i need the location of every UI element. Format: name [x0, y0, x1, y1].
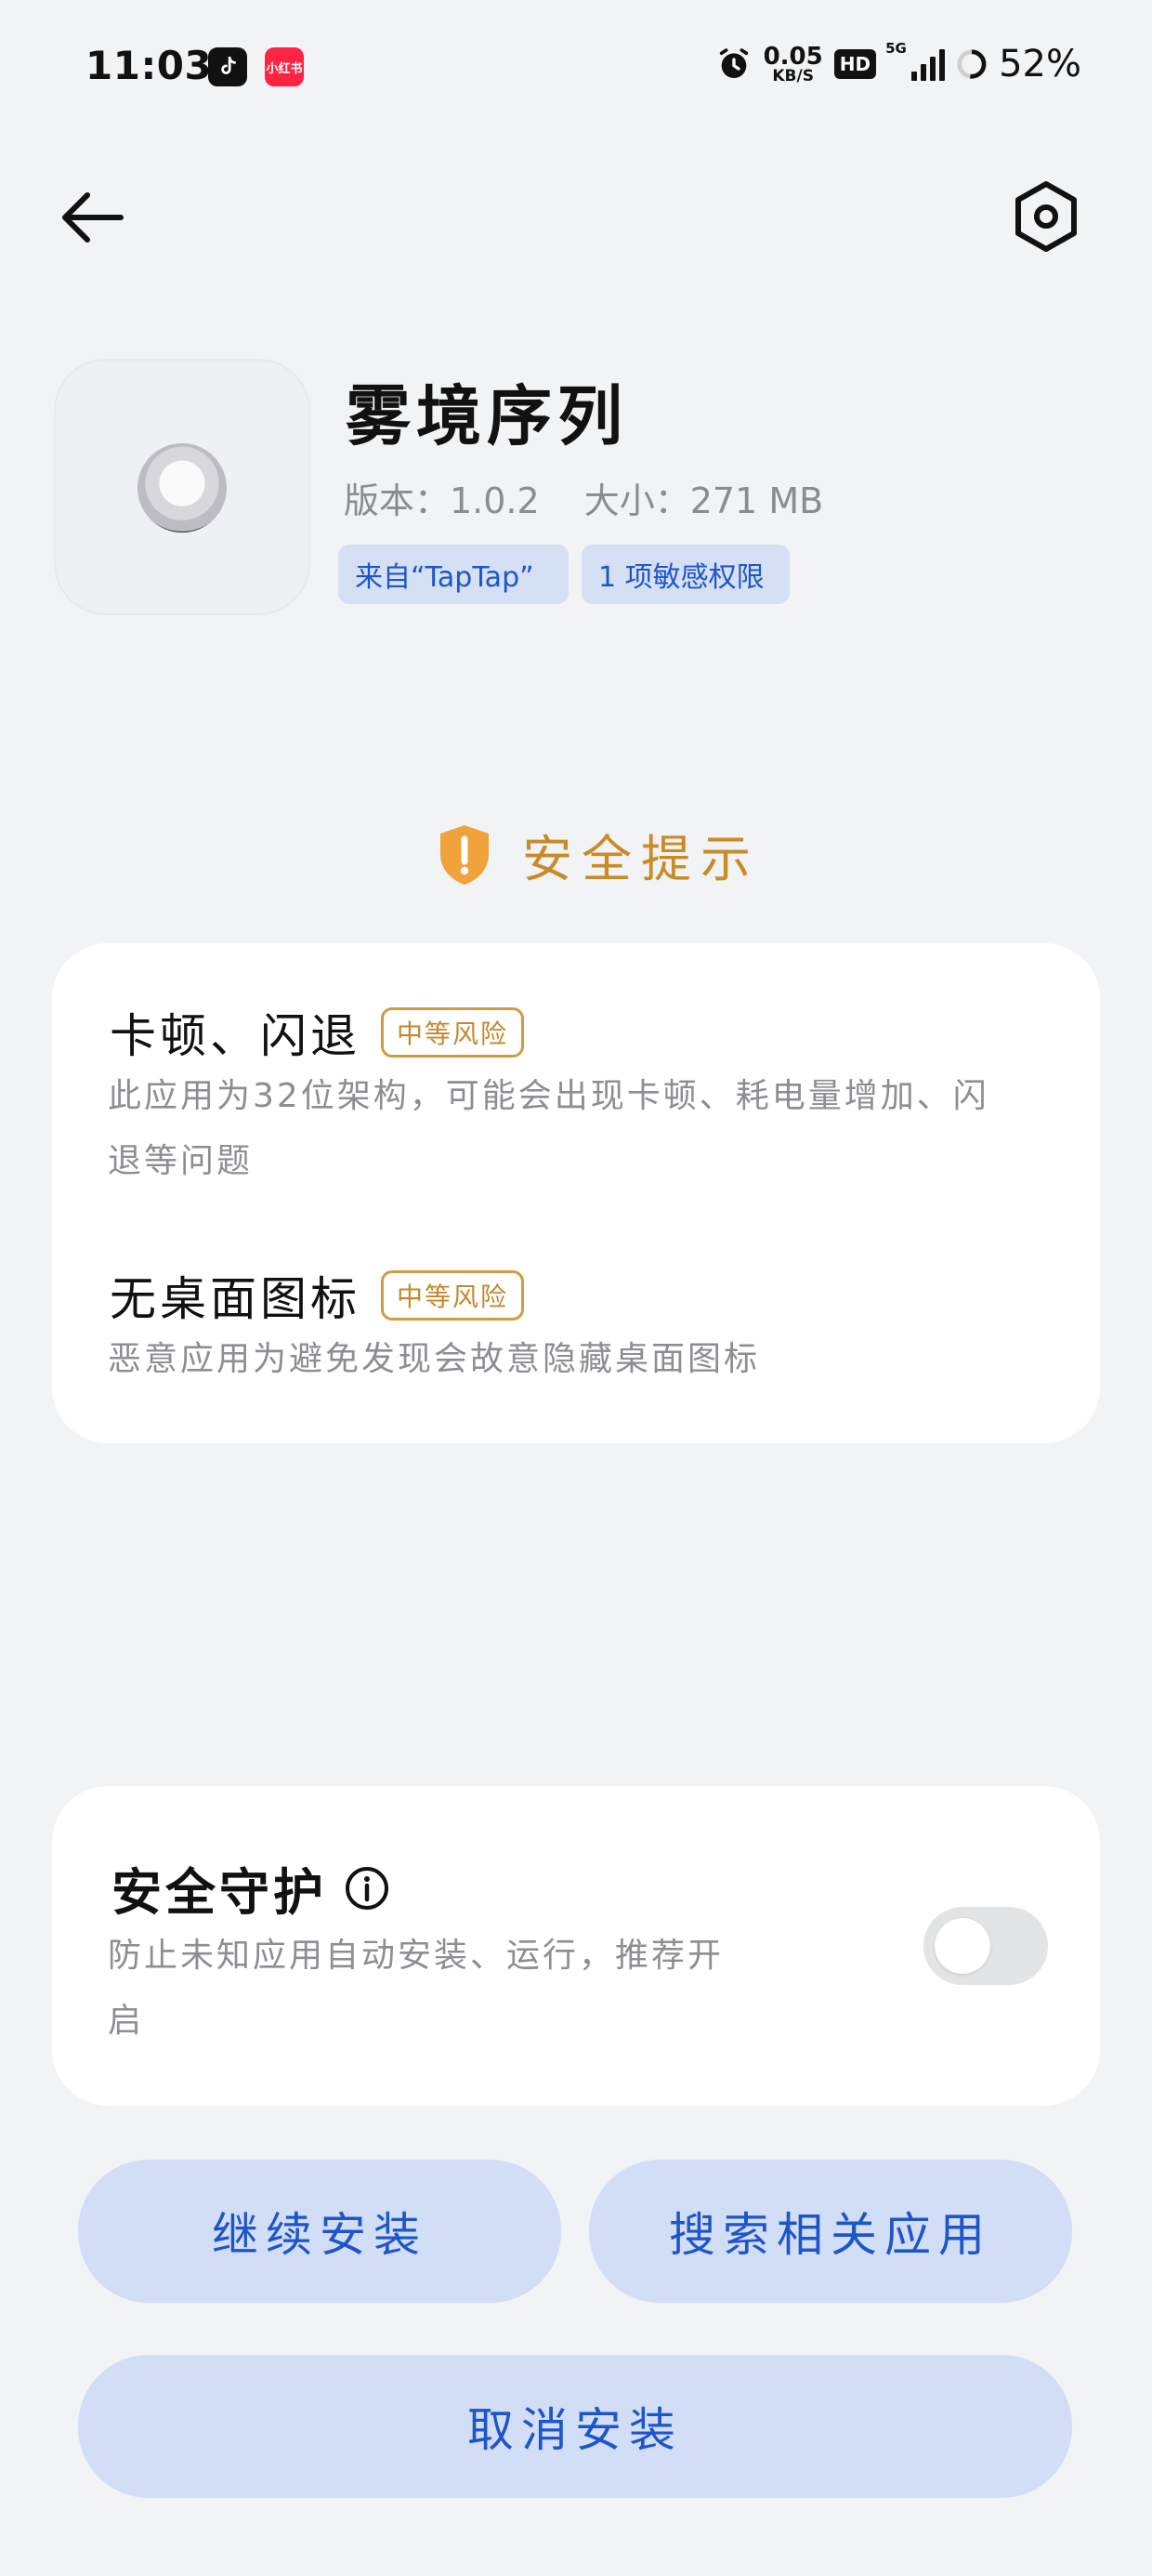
alarm-icon	[719, 48, 748, 78]
hexagon-gear-icon	[1015, 181, 1077, 252]
risk-item-desc: 恶意应用为避免发现会故意隐藏桌面图标	[108, 1327, 1055, 1392]
protection-desc-line: 启	[108, 2002, 145, 2040]
protection-desc: 防止未知应用自动安装、运行，推荐开 启	[108, 1924, 777, 2054]
search-related-apps-button[interactable]: 搜索相关应用	[589, 2160, 1072, 2303]
back-button[interactable]	[56, 186, 130, 249]
security-tip-title: 安全提示	[522, 830, 760, 888]
settings-button[interactable]	[1013, 180, 1080, 253]
battery-icon	[957, 49, 987, 79]
xiaohongshu-icon: 小红书	[265, 47, 304, 86]
security-tip-header: 安全提示	[435, 818, 760, 891]
permission-chip[interactable]: 1 项敏感权限	[582, 545, 790, 604]
shield-exclamation-icon	[440, 824, 489, 885]
network-type-label: 5G	[885, 40, 907, 57]
risk-item-desc: 此应用为32位架构，可能会出现卡顿、耗电量增加、闪 退等问题	[108, 1064, 1055, 1194]
risk-level-badge: 中等风险	[381, 1007, 525, 1058]
app-meta: 版本：1.0.2 大小：271 MB	[344, 472, 823, 523]
network-speed-unit: KB/S	[772, 66, 814, 85]
risk-item: 无桌面图标 中等风险	[110, 1262, 525, 1329]
signal-icon: 5G	[885, 40, 946, 81]
risk-item-title: 卡顿、闪退	[110, 1009, 360, 1063]
status-time: 11:03	[85, 43, 213, 88]
protection-title: 安全守护	[111, 1863, 327, 1922]
network-speed: 0.05 KB/S	[764, 45, 823, 85]
risk-item-title: 无桌面图标	[110, 1272, 360, 1326]
hd-badge: HD	[833, 49, 877, 79]
info-icon[interactable]	[344, 1865, 390, 1912]
arrow-left-icon	[62, 192, 124, 243]
battery-percent: 52%	[999, 43, 1081, 85]
risk-item-desc-line: 此应用为32位架构，可能会出现卡顿、耗电量增加、闪	[108, 1077, 989, 1115]
network-speed-value: 0.05	[763, 42, 823, 71]
app-name: 雾境序列	[346, 378, 628, 454]
app-size: 大小：271 MB	[583, 480, 824, 521]
app-version: 版本：1.0.2	[344, 480, 540, 521]
status-indicators: 0.05 KB/S HD 5G 52%	[715, 40, 1081, 85]
continue-install-button[interactable]: 继续安装	[78, 2160, 561, 2303]
risk-level-badge: 中等风险	[381, 1270, 525, 1321]
risk-item-desc-line: 退等问题	[108, 1142, 254, 1180]
risk-item-desc-line: 恶意应用为避免发现会故意隐藏桌面图标	[108, 1340, 761, 1378]
tiktok-icon	[208, 47, 247, 86]
source-chip[interactable]: 来自“TapTap”	[338, 545, 569, 604]
protection-toggle[interactable]	[923, 1907, 1048, 1985]
risk-item: 卡顿、闪退 中等风险	[110, 999, 525, 1066]
protection-desc-line: 防止未知应用自动安装、运行，推荐开	[108, 1937, 725, 1975]
app-icon	[137, 443, 227, 532]
toggle-knob	[935, 1918, 990, 1974]
cancel-install-button[interactable]: 取消安装	[78, 2355, 1072, 2498]
protection-header: 安全守护	[111, 1851, 390, 1925]
